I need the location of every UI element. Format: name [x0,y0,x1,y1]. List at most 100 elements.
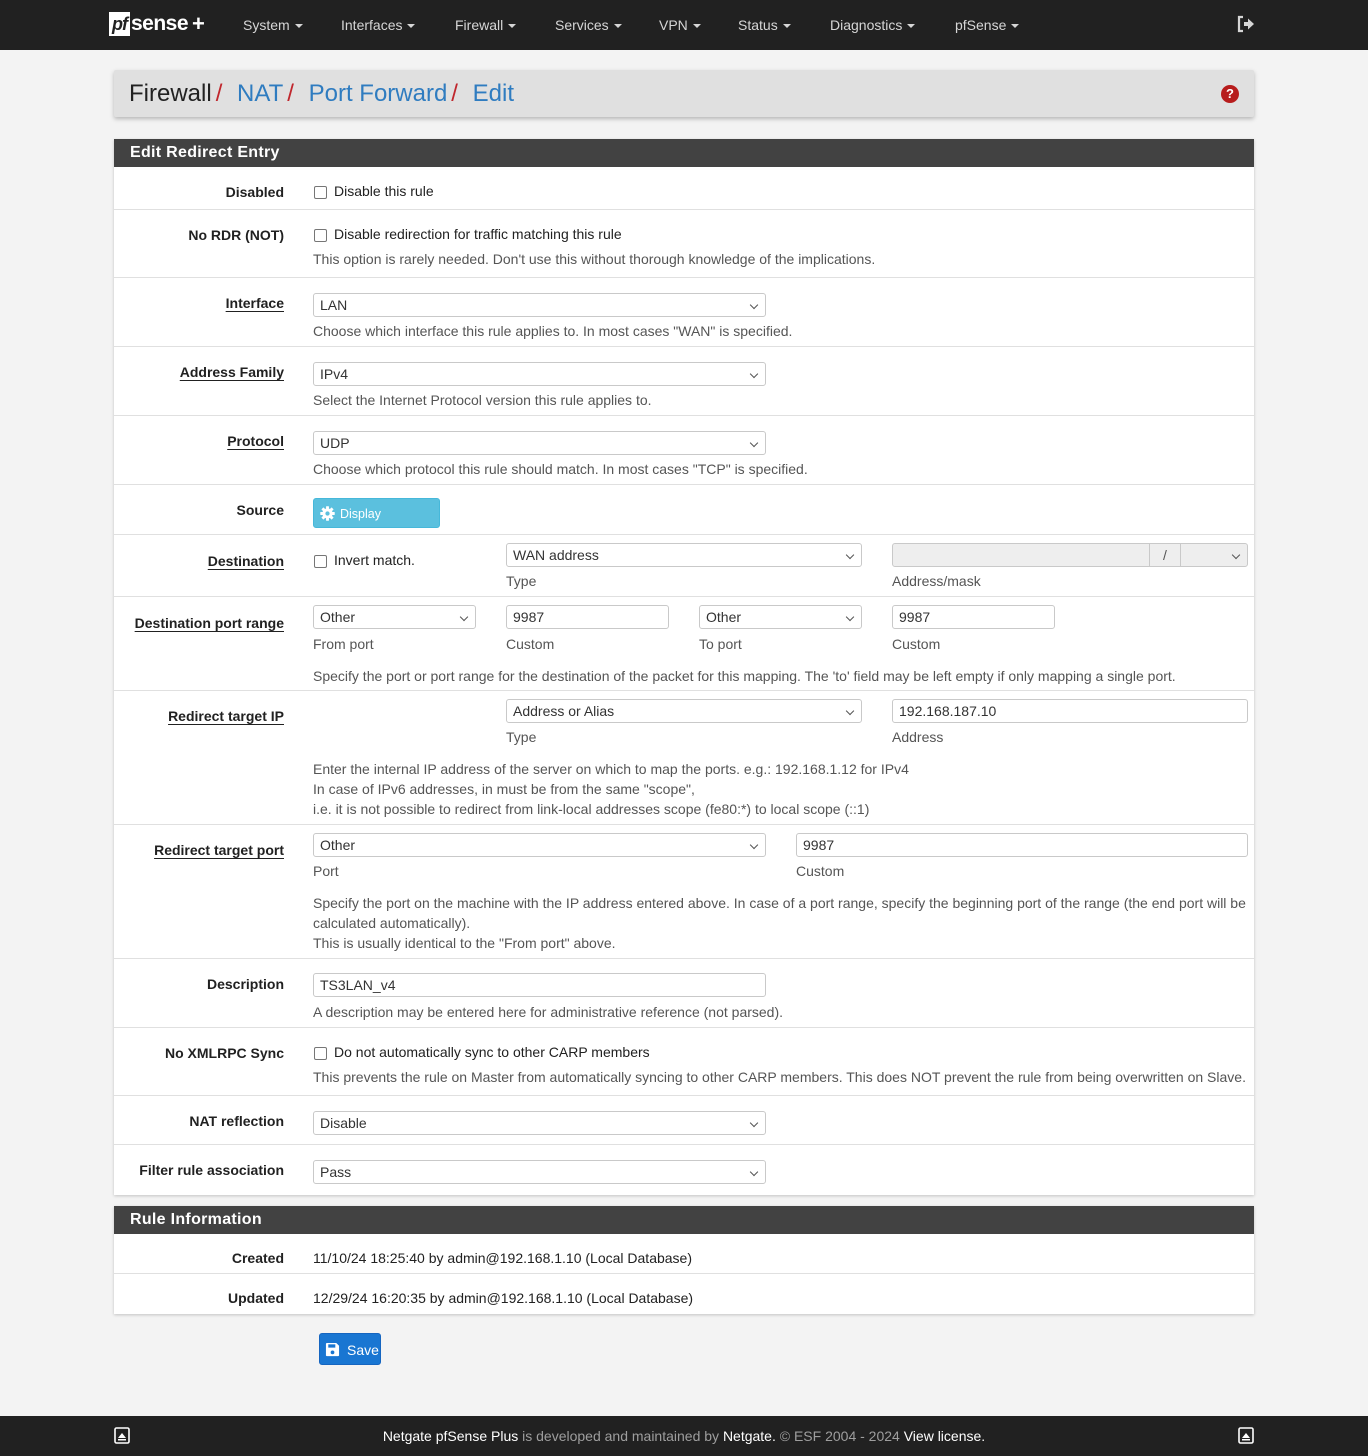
row-no-xmlrpc: No XMLRPC Sync Do not automatically sync… [114,1028,1254,1096]
caret-down-icon [907,24,916,29]
sign-out-icon[interactable] [1236,14,1256,34]
top-navbar: pf sense + System Interfaces Firewall Se… [0,0,1368,50]
caret-down-icon [782,24,791,29]
footer-company-link[interactable]: Netgate. [723,1428,776,1444]
save-icon [325,1342,340,1357]
footer-license-link[interactable]: View license. [904,1428,985,1444]
row-source: Source Display Advanced [114,485,1254,551]
footer-product-link[interactable]: Netgate pfSense Plus [383,1428,518,1444]
breadcrumb-separator: / [215,80,223,107]
pfsense-logo[interactable]: pf sense + [109,10,205,38]
label-address-family[interactable]: Address Family [180,364,284,380]
checkbox-label: Disable this rule [334,183,434,199]
invert-match-checkbox[interactable]: Invert match. [314,552,415,568]
from-port-custom-input[interactable]: 9987 [506,605,669,629]
no-rdr-checkbox[interactable]: Disable redirection for traffic matching… [314,226,622,242]
nav-menu-services[interactable]: Services [555,0,622,50]
disable-rule-checkbox[interactable]: Disable this rule [314,183,434,199]
help-icon[interactable]: ? [1221,85,1239,103]
nav-menu-system[interactable]: System [243,0,303,50]
label-redirect-target-ip[interactable]: Redirect target IP [168,708,284,724]
row-protocol: Protocol UDP Choose which protocol this … [114,416,1254,485]
label-no-xmlrpc: No XMLRPC Sync [164,1045,284,1061]
no-xmlrpc-help: This prevents the rule on Master from au… [313,1069,1246,1085]
checkbox-label: Disable redirection for traffic matching… [334,226,622,242]
destination-address-input[interactable] [892,543,1150,567]
from-port-caption: From port [313,636,374,652]
caret-down-icon [613,24,622,29]
nav-menu-pfsense[interactable]: pfSense [955,0,1020,50]
destination-mask-select[interactable] [1180,543,1248,567]
mask-separator: / [1149,543,1181,567]
row-redirect-target-ip: Redirect target IP Address or Alias Type… [114,691,1254,825]
description-input[interactable]: TS3LAN_v4 [313,973,766,997]
label-filter-rule-association: Filter rule association [139,1162,284,1178]
destination-type-caption: Type [506,573,537,589]
created-value: 11/10/24 18:25:40 by admin@192.168.1.10 … [313,1250,692,1266]
scroll-top-icon[interactable] [1238,1427,1254,1444]
interface-help: Choose which interface this rule applies… [313,323,793,339]
label-destination-port-range[interactable]: Destination port range [135,615,284,631]
nav-menu-firewall[interactable]: Firewall [455,0,517,50]
nav-menu-label: Interfaces [341,17,403,33]
scroll-top-icon[interactable] [114,1427,130,1444]
updated-value: 12/29/24 16:20:35 by admin@192.168.1.10 … [313,1290,694,1306]
nav-menu-label: pfSense [955,17,1007,33]
destination-type-select[interactable]: WAN address [506,543,862,567]
nav-menu-label: System [243,17,290,33]
redirect-ip-address-input[interactable]: 192.168.187.10 [892,699,1248,723]
redirect-port-help-3: This is usually identical to the "From p… [313,935,616,951]
protocol-select[interactable]: UDP [313,431,766,455]
redirect-port-select[interactable]: Other [313,833,766,857]
footer: Netgate pfSense Plus is developed and ma… [0,1416,1368,1456]
protocol-help: Choose which protocol this rule should m… [313,461,808,477]
breadcrumb-port-forward[interactable]: Port Forward [309,80,448,107]
to-port-caption: To port [699,636,742,652]
label-interface[interactable]: Interface [226,295,284,311]
nav-menu-interfaces[interactable]: Interfaces [341,0,416,50]
checkbox-label: Invert match. [334,552,415,568]
nav-menu-diagnostics[interactable]: Diagnostics [830,0,916,50]
breadcrumb-bar: Firewall / NAT / Port Forward / Edit ? [114,70,1254,117]
panel-title: Rule Information [114,1206,1254,1234]
label-redirect-target-port[interactable]: Redirect target port [154,842,284,858]
interface-select[interactable]: LAN [313,293,766,317]
breadcrumb-nat[interactable]: NAT [237,80,283,107]
redirect-ip-type-select[interactable]: Address or Alias [506,699,862,723]
label-created: Created [231,1250,284,1266]
address-family-select[interactable]: IPv4 [313,362,766,386]
row-no-rdr: No RDR (NOT) Disable redirection for tra… [114,210,1254,278]
label-description: Description [206,976,284,992]
rule-information-panel: Rule Information Created 11/10/24 18:25:… [114,1206,1254,1314]
to-port-custom-input[interactable]: 9987 [892,605,1055,629]
checkbox[interactable] [314,185,327,199]
redirect-port-custom-input[interactable]: 9987 [796,833,1248,857]
to-port-select[interactable]: Other [699,605,862,629]
nav-menu-vpn[interactable]: VPN [659,0,701,50]
footer-text: is developed and maintained by [518,1428,723,1444]
label-protocol[interactable]: Protocol [227,433,284,449]
nat-reflection-select[interactable]: Disable [313,1111,766,1135]
checkbox[interactable] [314,228,327,242]
filter-rule-association-select[interactable]: Pass [313,1160,766,1184]
redirect-ip-help-2: In case of IPv6 addresses, in must be fr… [313,781,695,797]
no-xmlrpc-checkbox[interactable]: Do not automatically sync to other CARP … [314,1044,650,1060]
checkbox[interactable] [314,1046,327,1060]
from-port-select[interactable]: Other [313,605,476,629]
no-rdr-help: This option is rarely needed. Don't use … [313,251,876,267]
checkbox[interactable] [314,554,327,568]
panel-title: Edit Redirect Entry [114,139,1254,167]
nav-menu-label: Services [555,17,609,33]
breadcrumb: Firewall / NAT / Port Forward / Edit [129,70,514,117]
display-advanced-button[interactable]: Display Advanced [313,498,440,551]
caret-down-icon [294,24,303,29]
dest-port-range-help: Specify the port or port range for the d… [313,668,1176,684]
breadcrumb-edit[interactable]: Edit [473,80,514,107]
label-destination[interactable]: Destination [208,553,284,569]
nav-menu-status[interactable]: Status [738,0,791,50]
nav-menu-label: Status [738,17,778,33]
save-button[interactable]: Save [319,1333,381,1365]
description-help: A description may be entered here for ad… [313,1004,784,1020]
edit-redirect-panel: Edit Redirect Entry Disabled Disable thi… [114,139,1254,1195]
redirect-port-help-1: Specify the port on the machine with the… [313,895,1246,911]
